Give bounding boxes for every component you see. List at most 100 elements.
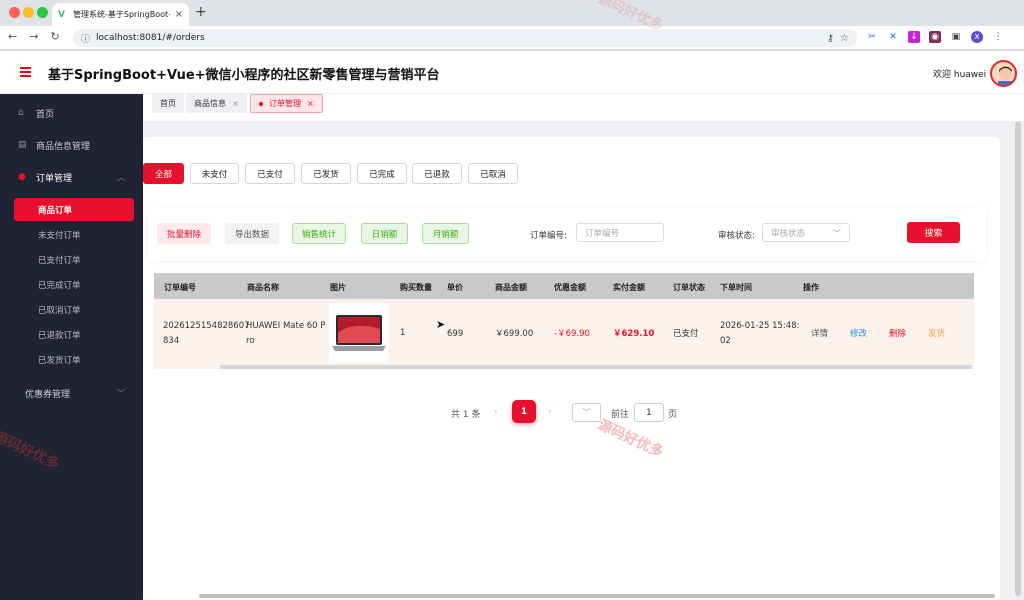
sidebar-sub-paid[interactable]: 已支付订单 — [14, 248, 134, 271]
password-key-icon[interactable]: ⚷ — [827, 33, 834, 44]
audit-status-label: 审核状态: — [718, 231, 755, 241]
close-icon[interactable]: × — [232, 99, 239, 108]
user-avatar[interactable] — [990, 60, 1017, 87]
order-time-line: 02 — [720, 336, 731, 346]
reload-icon[interactable]: ↻ — [50, 30, 59, 43]
filter-completed-button[interactable]: 已完成 — [357, 163, 407, 184]
extensions-puzzle-icon[interactable]: ▣ — [950, 31, 962, 43]
tag-products[interactable]: 商品信息 × — [186, 94, 247, 113]
address-bar[interactable]: ⓘ localhost:8081/#/orders ⚷ ☆ — [73, 29, 857, 47]
close-window-icon[interactable] — [9, 7, 20, 18]
menu-toggle-icon[interactable] — [20, 67, 31, 77]
audit-status-select[interactable]: 审核状态 ﹀ — [762, 223, 850, 242]
daily-sales-button[interactable]: 日销额 — [361, 223, 408, 244]
grid-icon: ▤ — [18, 140, 27, 150]
sidebar-item-products[interactable]: ▤ 商品信息管理 — [0, 132, 143, 158]
sidebar-sub-completed[interactable]: 已完成订单 — [14, 273, 134, 296]
tag-label: 订单管理 — [269, 99, 301, 108]
browser-tab-title: 管理系统-基于SpringBoot+Vue+ — [73, 10, 170, 19]
product-name-line: HUAWEI Mate 60 P — [246, 321, 326, 331]
profile-icon[interactable]: x — [971, 31, 983, 43]
audit-status-placeholder: 审核状态 — [771, 228, 806, 239]
forward-icon[interactable]: → — [29, 30, 38, 43]
sidebar-sub-unpaid[interactable]: 未支付订单 — [14, 223, 134, 246]
ship-link[interactable]: 发货 — [928, 327, 945, 342]
close-tab-icon[interactable]: × — [175, 9, 183, 20]
column-header: 优惠金额 — [554, 283, 586, 292]
chevron-down-icon: ﹀ — [832, 228, 841, 239]
url-text[interactable]: localhost:8081/#/orders — [96, 33, 821, 43]
tag-home[interactable]: 首页 — [152, 94, 184, 113]
qty-cell: 1 — [400, 328, 406, 338]
sidebar-item-orders[interactable]: ● 订单管理 ︿ — [0, 164, 143, 190]
monthly-sales-button[interactable]: 月销额 — [422, 223, 469, 244]
sales-stats-button[interactable]: 销售统计 — [292, 223, 346, 244]
product-name-cell: HUAWEI Mate 60 P ro — [246, 319, 325, 349]
sidebar-item-home[interactable]: ⌂ 首页 — [0, 100, 143, 126]
back-icon[interactable]: ← — [8, 30, 17, 43]
sidebar-item-label: 首页 — [36, 109, 55, 120]
column-header: 下单时间 — [720, 283, 752, 292]
minimize-window-icon[interactable] — [23, 7, 34, 18]
filter-all-button[interactable]: 全部 — [143, 163, 184, 184]
extension-scissors-icon[interactable]: ✂ — [866, 31, 878, 43]
next-page-icon[interactable]: › — [548, 407, 552, 417]
batch-delete-button[interactable]: 批量删除 — [157, 223, 211, 244]
amount-cell: ￥699.00 — [495, 329, 534, 339]
table-header: 订单编号 商品名称 图片 购买数量 单价 商品金额 优惠金额 实付金额 订单状态… — [154, 273, 974, 299]
extension-robot-icon[interactable]: ◉ — [929, 31, 941, 43]
page-vertical-scrollbar[interactable] — [1015, 121, 1021, 596]
close-icon[interactable]: × — [307, 99, 314, 108]
new-tab-icon[interactable]: + — [195, 4, 207, 20]
column-header: 商品金额 — [495, 283, 527, 292]
maximize-window-icon[interactable] — [37, 7, 48, 18]
browser-tab[interactable]: V 管理系统-基于SpringBoot+Vue+ × — [52, 3, 189, 26]
sidebar-sub-shipped[interactable]: 已发货订单 — [14, 348, 134, 371]
prev-page-icon[interactable]: ‹ — [494, 407, 498, 417]
column-header: 单价 — [447, 283, 463, 292]
page-button-current[interactable]: 1 — [512, 400, 536, 423]
product-name-line: ro — [246, 336, 255, 346]
site-info-icon[interactable]: ⓘ — [81, 32, 90, 45]
extension-download-icon[interactable]: ↓ — [908, 31, 920, 43]
order-no-line: 834 — [163, 336, 180, 346]
sidebar-sub-refunded[interactable]: 已退款订单 — [14, 323, 134, 346]
sidebar-item-label: 订单管理 — [36, 173, 73, 184]
search-button[interactable]: 搜索 — [907, 222, 960, 243]
sidebar-sub-cancelled[interactable]: 已取消订单 — [14, 298, 134, 321]
goto-page-input[interactable]: 1 — [634, 403, 664, 422]
app-title: 基于SpringBoot+Vue+微信小程序的社区新零售管理与营销平台 — [48, 68, 440, 83]
table-horizontal-scrollbar[interactable] — [220, 365, 972, 369]
order-time-cell: 2026-01-25 15:48: 02 — [720, 319, 799, 349]
filter-cancelled-button[interactable]: 已取消 — [468, 163, 518, 184]
page-size-select[interactable]: ﹀ — [572, 403, 601, 422]
mouse-cursor-icon: ➤ — [436, 318, 446, 331]
detail-link[interactable]: 详情 — [811, 327, 828, 342]
browser-tabbar: V 管理系统-基于SpringBoot+Vue+ × + — [0, 0, 1024, 26]
delete-link[interactable]: 删除 — [889, 327, 906, 342]
tag-orders[interactable]: 订单管理 × — [250, 94, 323, 113]
extension-cross-icon[interactable]: ✕ — [887, 31, 899, 43]
page-horizontal-scrollbar[interactable] — [199, 594, 995, 598]
edit-link[interactable]: 修改 — [850, 327, 867, 342]
filter-paid-button[interactable]: 已支付 — [245, 163, 295, 184]
sidebar-item-coupons[interactable]: 优惠券管理 ﹀ — [0, 380, 143, 406]
column-header: 实付金额 — [613, 283, 645, 292]
filter-shipped-button[interactable]: 已发货 — [301, 163, 351, 184]
browser-menu-icon[interactable]: ⋮ — [992, 31, 1004, 43]
table-row[interactable]: 2026125154828607 834 HUAWEI Mate 60 P ro… — [154, 299, 974, 369]
orders-table: 订单编号 商品名称 图片 购买数量 单价 商品金额 优惠金额 实付金额 订单状态… — [154, 273, 974, 369]
paid-cell: ￥629.10 — [613, 329, 655, 339]
filter-unpaid-button[interactable]: 未支付 — [190, 163, 239, 184]
filter-refunded-button[interactable]: 已退款 — [412, 163, 462, 184]
column-header: 图片 — [330, 283, 346, 292]
bookmark-star-icon[interactable]: ☆ — [840, 33, 849, 44]
column-header: 订单状态 — [673, 283, 705, 292]
tag-label: 首页 — [160, 99, 176, 108]
chevron-down-icon: ﹀ — [582, 408, 591, 417]
order-no-input[interactable]: 订单编号 — [576, 223, 664, 242]
unit-price-cell: 699 — [447, 329, 464, 339]
export-button[interactable]: 导出数据 — [225, 223, 279, 244]
order-time-line: 2026-01-25 15:48: — [720, 321, 800, 331]
sidebar-sub-product-orders[interactable]: 商品订单 — [14, 198, 134, 221]
